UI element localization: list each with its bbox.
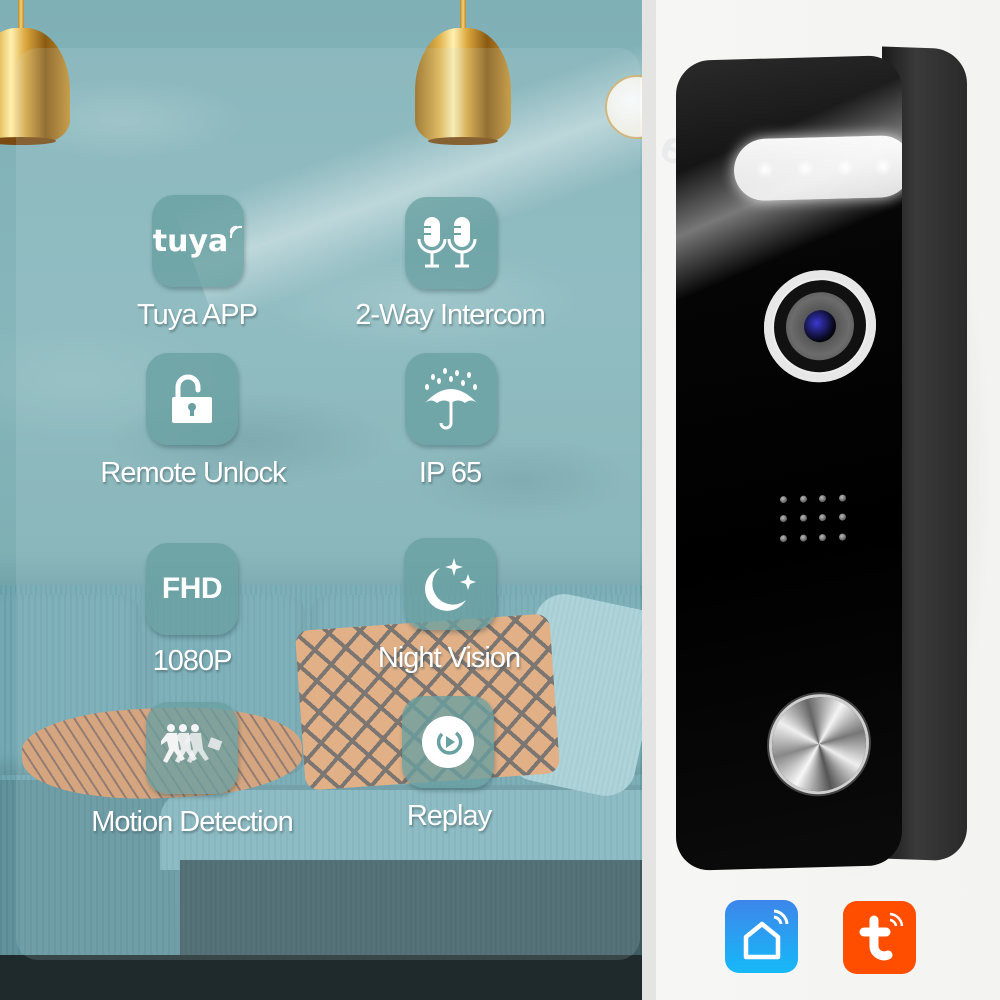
- speaker-hole: [838, 513, 846, 522]
- feature-label: IP 65: [418, 457, 482, 489]
- speaker-hole: [819, 514, 826, 522]
- moon-stars-icon: [404, 538, 496, 630]
- speaker-hole: [799, 534, 807, 542]
- running-figures-icon: [146, 702, 238, 794]
- feature-label: 2-Way Intercom: [355, 299, 546, 331]
- fhd-text-icon: FHD: [146, 543, 238, 635]
- lifestyle-background: tuya Tuya APP 2-Way Intercom Remote Unlo…: [0, 0, 642, 1000]
- speaker-hole: [799, 514, 807, 523]
- sofa-base: [0, 955, 642, 1000]
- speaker-hole: [799, 495, 807, 503]
- feature-label: Remote Unlock: [100, 457, 286, 489]
- replay-play-icon: [402, 696, 494, 788]
- feature-label: Replay: [406, 800, 492, 832]
- speaker-hole: [819, 533, 826, 541]
- speaker-hole: [780, 515, 787, 523]
- speaker-hole: [838, 533, 846, 541]
- smart-life-home-icon: [725, 900, 798, 973]
- speaker-hole: [819, 495, 826, 503]
- camera-lens-icon: [764, 268, 876, 384]
- product-area: e: [642, 0, 1000, 1000]
- feature-label: Motion Detection: [91, 806, 294, 838]
- speaker-hole: [780, 534, 787, 542]
- doorbell-button: [772, 695, 866, 793]
- light-glare: [676, 55, 902, 305]
- speaker-hole: [838, 494, 846, 502]
- feature-label: 1080P: [152, 645, 233, 677]
- unlocked-padlock-icon: [146, 353, 238, 445]
- tuya-logo-icon: tuya: [152, 195, 244, 287]
- tuya-t-icon: [843, 901, 916, 974]
- feature-label: Night Vision: [377, 642, 521, 674]
- feature-label: Tuya APP: [137, 299, 258, 331]
- doorbell-front: [676, 55, 902, 871]
- umbrella-rain-icon: [405, 353, 497, 445]
- speaker-hole: [780, 496, 787, 504]
- microphones-icon: [405, 197, 497, 289]
- speaker-grille: [780, 494, 858, 554]
